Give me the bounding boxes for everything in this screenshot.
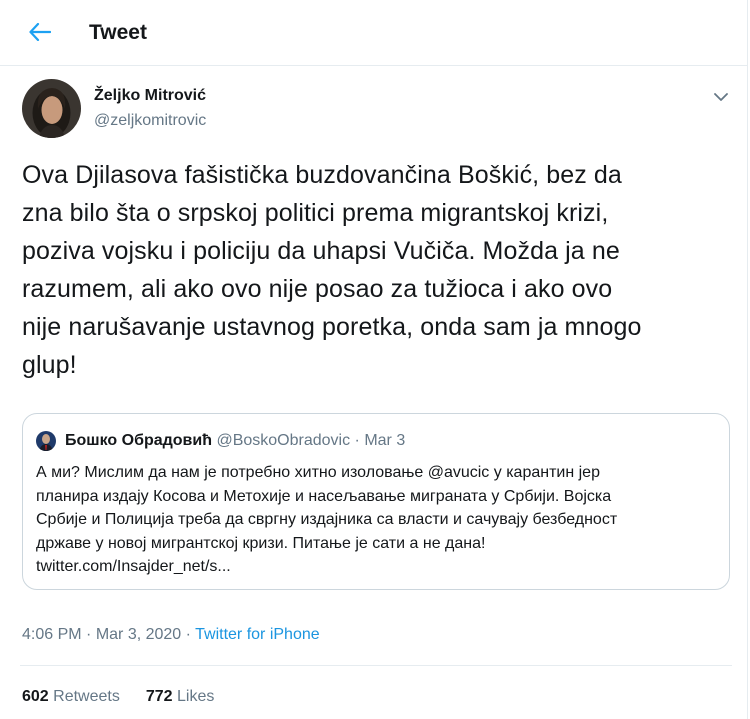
quoted-tweet[interactable]: Бошко Обрадовић @BoskoObradovic · Mar 3 … — [22, 413, 730, 590]
tweet-time[interactable]: 4:06 PM — [22, 626, 82, 643]
author-avatar-image — [22, 79, 81, 138]
retweets-count: 602 — [22, 688, 49, 705]
more-options-button[interactable] — [706, 82, 736, 112]
quoted-author-avatar — [36, 431, 56, 451]
quoted-avatar-image — [36, 431, 56, 451]
tweet-page: Tweet Željko Mitrović @zeljkomitrovic Ov… — [0, 0, 748, 719]
retweets-stat[interactable]: 602 Retweets — [22, 687, 120, 707]
likes-count: 772 — [145, 688, 173, 705]
likes-label: Likes — [177, 688, 215, 705]
page-header: Tweet — [0, 0, 748, 66]
back-button[interactable] — [22, 14, 58, 50]
quoted-author-name: Бошко Обрадовић — [65, 432, 212, 449]
quoted-separator: · — [350, 432, 365, 449]
chevron-down-icon — [714, 92, 728, 101]
retweets-label: Retweets — [53, 688, 120, 705]
author-handle[interactable]: @zeljkomitrovic — [94, 111, 206, 131]
timestamp-separator-1: · — [81, 626, 96, 643]
author-avatar[interactable] — [22, 79, 81, 138]
quoted-author-handle: @BoskoObradovic — [216, 432, 351, 449]
quoted-tweet-text: А ми? Мислим да нам је потребно хитно из… — [36, 464, 618, 575]
author-name[interactable]: Željko Mitrović — [94, 86, 206, 106]
tweet-stats: 602 Retweets 772 Likes — [22, 687, 214, 707]
stats-divider — [20, 665, 732, 666]
quoted-date: Mar 3 — [364, 432, 406, 449]
likes-stat[interactable]: 772 Likes — [146, 687, 215, 707]
quoted-tweet-header: Бошко Обрадовић @BoskoObradovic · Mar 3 — [65, 431, 405, 451]
tweet-date[interactable]: Mar 3, 2020 — [96, 626, 181, 643]
tweet-source-link[interactable]: Twitter for iPhone — [195, 626, 320, 643]
back-arrow-icon — [29, 23, 51, 41]
timestamp-separator-2: · — [181, 626, 196, 643]
page-title: Tweet — [89, 21, 147, 44]
tweet-text: Ova Djilasova fašistička buzdovančina Bo… — [22, 161, 642, 379]
tweet-timestamp: 4:06 PM · Mar 3, 2020 · Twitter for iPho… — [22, 625, 320, 645]
